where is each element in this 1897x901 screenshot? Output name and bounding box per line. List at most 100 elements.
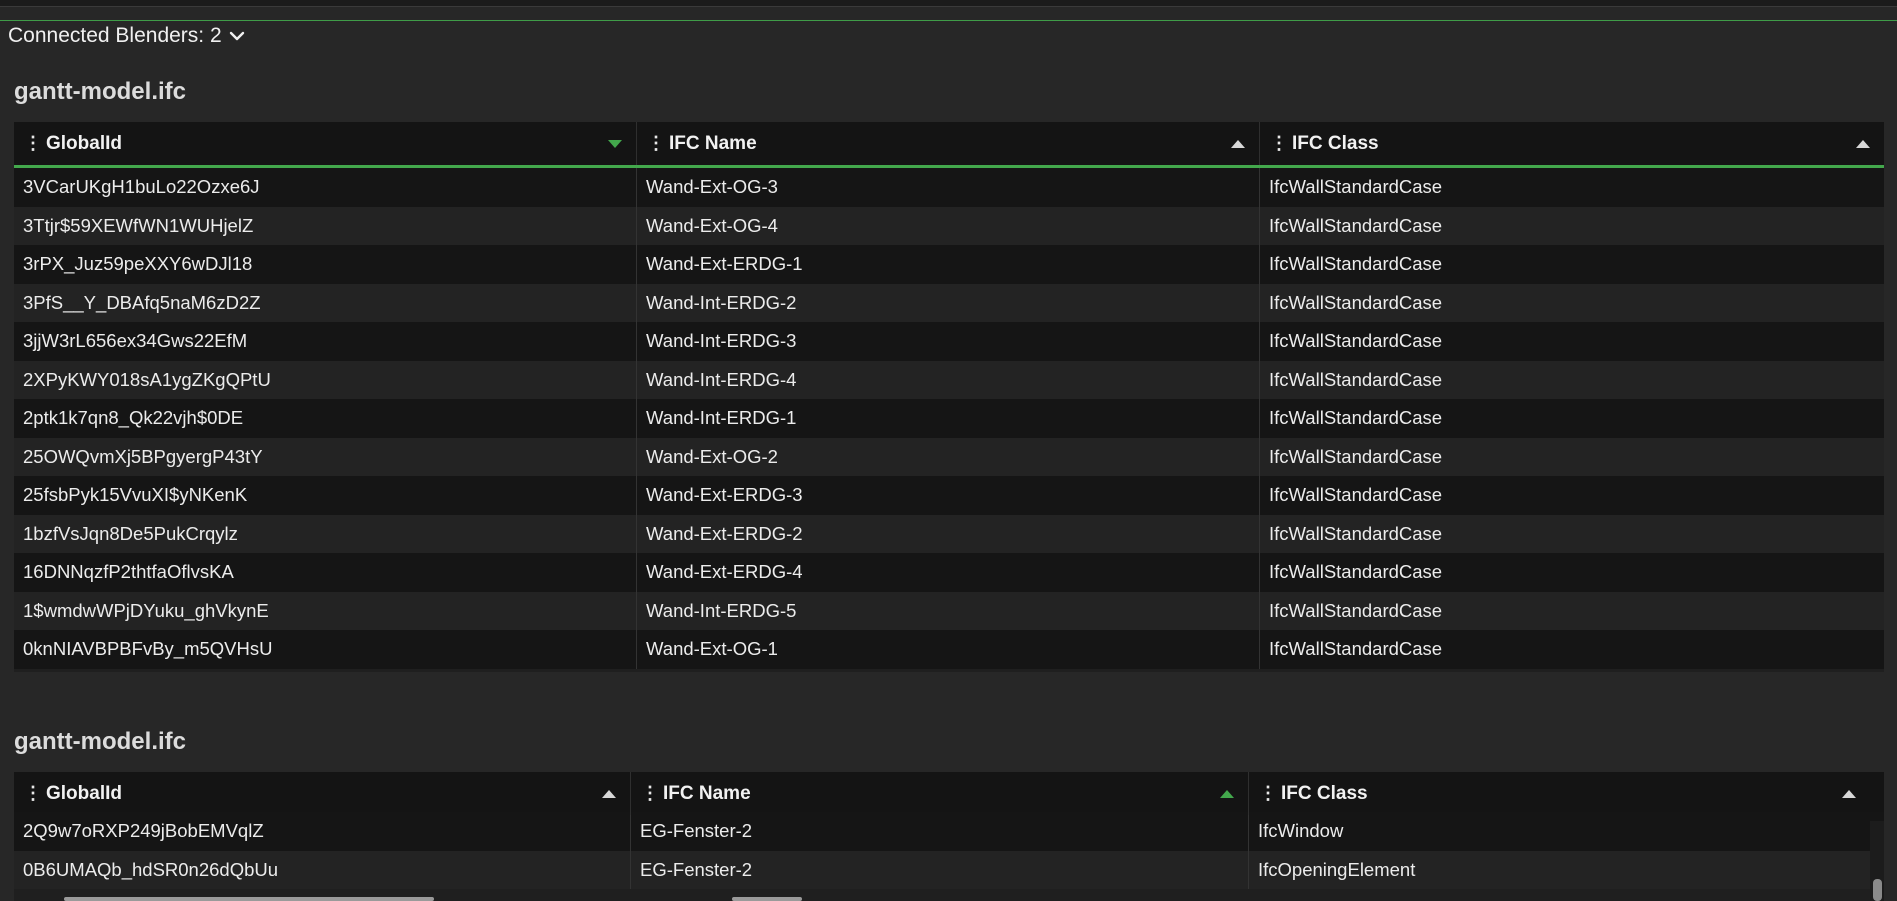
column-header-label: IFC Class (1292, 132, 1379, 154)
column-menu-icon[interactable]: ⋮ (647, 133, 665, 154)
globalid-cell: 25OWQvmXj5BPgyergP43tY (14, 437, 637, 476)
table-row[interactable]: 0B6UMAQb_hdSR0n26dQbUu EG-Fenster-2 IfcOpe… (14, 850, 1884, 889)
section-title: gantt-model.ifc (14, 728, 186, 755)
sort-ascending-icon[interactable] (1856, 139, 1870, 148)
ifc-elements-grid: ⋮ GlobalId ⋮ IFC Name ⋮ IFC Class 3VCarUKgH1b… (14, 122, 1884, 672)
ifc-name-cell: Wand-Int-ERDG-2 (637, 283, 1260, 322)
sort-ascending-icon[interactable] (1842, 789, 1856, 798)
grid-body: 2Q9w7oRXP249jBobEMVqlZ EG-Fenster-2 IfcWin… (14, 812, 1884, 889)
column-header-ifc-name[interactable]: ⋮ IFC Name (637, 122, 1260, 165)
ifc-class-cell: IfcWallStandardCase (1269, 214, 1443, 236)
ifc-name-cell: EG-Fenster-2 (631, 812, 1249, 851)
table-row[interactable]: 25fsbPyk15VvuXI$yNKenK Wand-Ext-ERDG-3 Ifc… (14, 476, 1884, 515)
ifc-class-cell: IfcWallStandardCase (1269, 253, 1443, 275)
column-menu-icon[interactable]: ⋮ (1270, 133, 1288, 154)
globalid-cell: 0knNIAVBPBFvBy_m5QVHsU (14, 630, 637, 669)
ifc-elements-grid: ⋮ GlobalId ⋮ IFC Name ⋮ IFC Class 2Q9w7oRXP24… (14, 772, 1884, 901)
table-row[interactable]: 0knNIAVBPBFvBy_m5QVHsU Wand-Ext-OG-1 IfcWa… (14, 630, 1884, 669)
globalid-cell: 3Ttjr$59XEWfWN1WUHjelZ (14, 206, 637, 245)
ifc-class-cell: IfcWallStandardCase (1269, 484, 1443, 506)
grid-body: 3VCarUKgH1buLo22Ozxe6J Wand-Ext-OG-3 IfcWa… (14, 168, 1884, 669)
globalid-cell: 2Q9w7oRXP249jBobEMVqlZ (14, 812, 631, 851)
table-row[interactable]: 3Ttjr$59XEWfWN1WUHjelZ Wand-Ext-OG-4 IfcWa… (14, 206, 1884, 245)
ifc-class-cell: IfcWallStandardCase (1269, 368, 1443, 390)
scrollbar-thumb[interactable] (1873, 879, 1882, 901)
vertical-scrollbar[interactable] (1870, 821, 1884, 901)
grid-header: ⋮ GlobalId ⋮ IFC Name ⋮ IFC Class (14, 122, 1884, 168)
chevron-down-icon (229, 31, 244, 41)
column-header-label: GlobalId (46, 132, 122, 154)
table-row[interactable]: 3jjW3rL656ex34Gws22EfM Wand-Int-ERDG-3 Ifc… (14, 322, 1884, 361)
sort-ascending-icon[interactable] (1231, 139, 1245, 148)
ifc-name-cell: Wand-Int-ERDG-5 (637, 591, 1260, 630)
table-row[interactable]: 3VCarUKgH1buLo22Ozxe6J Wand-Ext-OG-3 IfcWa… (14, 168, 1884, 207)
column-menu-icon[interactable]: ⋮ (641, 783, 659, 804)
accent-divider (0, 20, 1897, 21)
connected-blenders-label: Connected Blenders: 2 (8, 24, 222, 47)
globalid-cell: 0B6UMAQb_hdSR0n26dQbUu (14, 850, 631, 889)
globalid-cell: 3PfS__Y_DBAfq5naM6zD2Z (14, 283, 637, 322)
horizontal-scrollbar-thumb[interactable] (64, 897, 434, 901)
table-row[interactable]: 1$wmdwWPjDYuku_ghVkynE Wand-Int-ERDG-5 Ifc… (14, 591, 1884, 630)
column-header-ifc-class[interactable]: ⋮ IFC Class (1249, 772, 1870, 815)
ifc-class-cell: IfcWallStandardCase (1269, 407, 1443, 429)
ifc-class-cell: IfcWindow (1258, 820, 1344, 842)
ifc-class-cell: IfcWallStandardCase (1269, 176, 1443, 198)
globalid-cell: 2ptk1k7qn8_Qk22vjh$0DE (14, 399, 637, 438)
table-row[interactable]: 3PfS__Y_DBAfq5naM6zD2Z Wand-Int-ERDG-2 Ifc… (14, 283, 1884, 322)
column-header-label: GlobalId (46, 782, 122, 804)
ifc-name-cell: Wand-Ext-ERDG-1 (637, 245, 1260, 284)
ifc-name-cell: Wand-Ext-ERDG-4 (637, 553, 1260, 592)
column-header-label: IFC Name (669, 132, 757, 154)
column-header-ifc-name[interactable]: ⋮ IFC Name (631, 772, 1249, 815)
column-header-label: IFC Class (1281, 782, 1368, 804)
ifc-name-cell: Wand-Int-ERDG-4 (637, 360, 1260, 399)
ifc-name-cell: Wand-Int-ERDG-1 (637, 399, 1260, 438)
grid-header: ⋮ GlobalId ⋮ IFC Name ⋮ IFC Class (14, 772, 1884, 818)
ifc-class-cell: IfcWallStandardCase (1269, 291, 1443, 313)
sort-ascending-icon[interactable] (602, 789, 616, 798)
ifc-class-cell: IfcWallStandardCase (1269, 561, 1443, 583)
globalid-cell: 3jjW3rL656ex34Gws22EfM (14, 322, 637, 361)
column-header-label: IFC Name (663, 782, 751, 804)
table-row[interactable]: 3rPX_Juz59peXXY6wDJl18 Wand-Ext-ERDG-1 Ifc… (14, 245, 1884, 284)
globalid-cell: 3rPX_Juz59peXXY6wDJl18 (14, 245, 637, 284)
ifc-class-cell: IfcWallStandardCase (1269, 330, 1443, 352)
column-menu-icon[interactable]: ⋮ (24, 783, 42, 804)
globalid-cell: 16DNNqzfP2thtfaOflvsKA (14, 553, 637, 592)
top-bar (0, 0, 1897, 7)
ifc-class-cell: IfcWallStandardCase (1269, 445, 1443, 467)
column-header-globalid[interactable]: ⋮ GlobalId (14, 772, 631, 815)
ifc-name-cell: Wand-Ext-OG-1 (637, 630, 1260, 669)
globalid-cell: 2XPyKWY018sA1ygZKgQPtU (14, 360, 637, 399)
ifc-class-cell: IfcWallStandardCase (1269, 522, 1443, 544)
ifc-name-cell: Wand-Int-ERDG-3 (637, 322, 1260, 361)
table-row[interactable]: 25OWQvmXj5BPgyergP43tY Wand-Ext-OG-2 IfcWa… (14, 437, 1884, 476)
horizontal-scrollbar-thumb[interactable] (732, 897, 802, 901)
globalid-cell: 3VCarUKgH1buLo22Ozxe6J (14, 168, 637, 207)
sort-descending-icon[interactable] (608, 139, 622, 148)
section-title: gantt-model.ifc (14, 78, 186, 105)
ifc-class-cell: IfcWallStandardCase (1269, 599, 1443, 621)
column-menu-icon[interactable]: ⋮ (1259, 783, 1277, 804)
ifc-name-cell: Wand-Ext-ERDG-3 (637, 476, 1260, 515)
connected-blenders-dropdown[interactable]: Connected Blenders: 2 (8, 24, 246, 48)
column-header-ifc-class[interactable]: ⋮ IFC Class (1260, 122, 1884, 165)
table-row[interactable]: 2XPyKWY018sA1ygZKgQPtU Wand-Int-ERDG-4 Ifc… (14, 360, 1884, 399)
ifc-name-cell: EG-Fenster-2 (631, 850, 1249, 889)
sort-ascending-icon[interactable] (1220, 789, 1234, 798)
ifc-class-cell: IfcWallStandardCase (1269, 638, 1443, 660)
table-row[interactable]: 1bzfVsJqn8De5PukCrqylz Wand-Ext-ERDG-2 Ifc… (14, 514, 1884, 553)
table-row[interactable]: 2Q9w7oRXP249jBobEMVqlZ EG-Fenster-2 IfcWin… (14, 812, 1884, 851)
ifc-class-cell: IfcOpeningElement (1258, 858, 1416, 880)
table-row[interactable]: 16DNNqzfP2thtfaOflvsKA Wand-Ext-ERDG-4 Ifc… (14, 553, 1884, 592)
column-menu-icon[interactable]: ⋮ (24, 133, 42, 154)
globalid-cell: 1$wmdwWPjDYuku_ghVkynE (14, 591, 637, 630)
ifc-name-cell: Wand-Ext-OG-2 (637, 437, 1260, 476)
ifc-name-cell: Wand-Ext-OG-4 (637, 206, 1260, 245)
ifc-name-cell: Wand-Ext-OG-3 (637, 168, 1260, 207)
table-row[interactable]: 2ptk1k7qn8_Qk22vjh$0DE Wand-Int-ERDG-1 Ifc… (14, 399, 1884, 438)
ifc-name-cell: Wand-Ext-ERDG-2 (637, 514, 1260, 553)
column-header-globalid[interactable]: ⋮ GlobalId (14, 122, 637, 165)
globalid-cell: 1bzfVsJqn8De5PukCrqylz (14, 514, 637, 553)
